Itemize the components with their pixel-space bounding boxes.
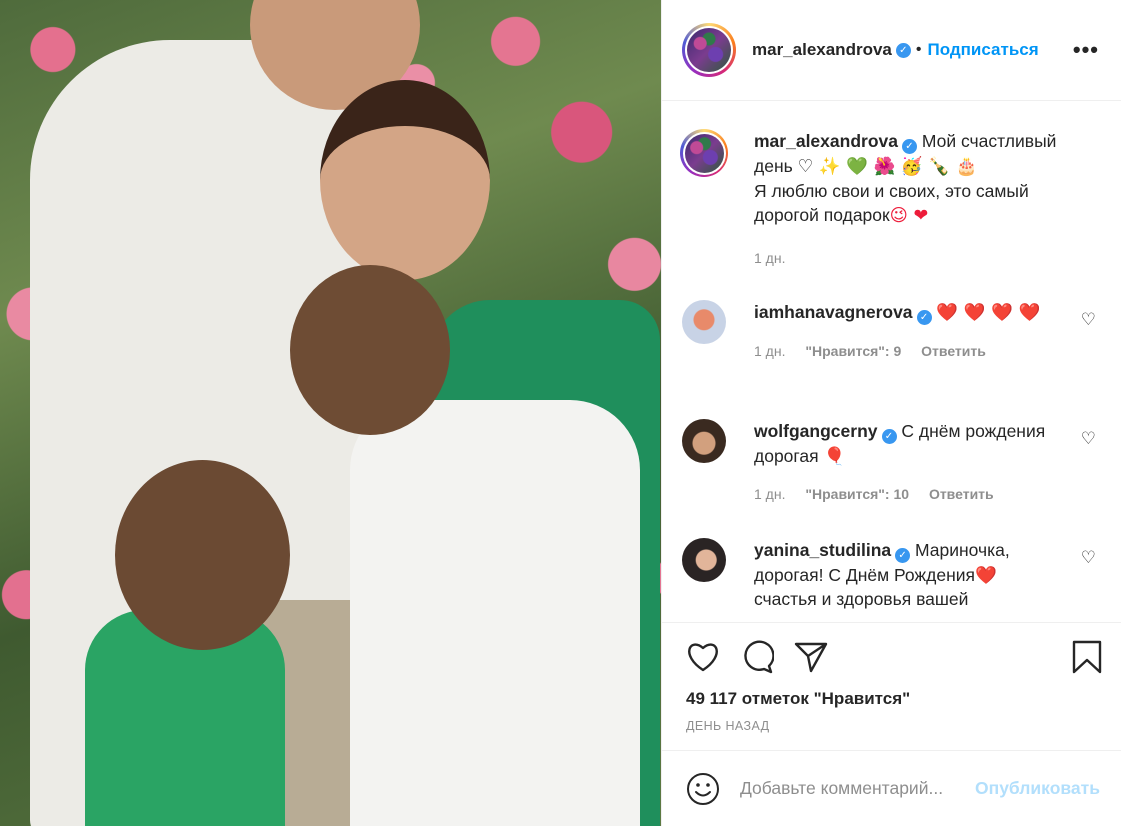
commenter-avatar[interactable]	[682, 419, 726, 463]
comment-username[interactable]: yanina_studilina	[754, 540, 891, 560]
commenter-avatar[interactable]	[682, 538, 726, 582]
comment-body: wolfgangcerny ✓ С днём рождения дорогая 🎈…	[754, 419, 1054, 506]
smile-icon[interactable]	[686, 772, 720, 806]
comments-list[interactable]: mar_alexandrova ✓ Мой счастливый день ♡ ✨…	[662, 101, 1121, 622]
publish-button[interactable]: Опубликовать	[975, 778, 1100, 799]
bookmark-icon[interactable]	[1072, 640, 1102, 674]
comment-input[interactable]: Добавьте комментарий...	[740, 778, 943, 799]
author-username[interactable]: mar_alexandrova	[752, 40, 892, 60]
heart-icon[interactable]	[686, 641, 720, 673]
commenter-avatar[interactable]	[682, 300, 726, 344]
verified-badge-icon: ✓	[916, 310, 932, 325]
photo-figure-boy-head	[290, 265, 450, 435]
reply-button[interactable]: Ответить	[929, 486, 994, 502]
comment-username[interactable]: wolfgangcerny	[754, 421, 878, 441]
comment-text: ❤️ ❤️ ❤️ ❤️	[936, 303, 1041, 323]
add-comment-bar: Добавьте комментарий... Опубликовать	[662, 750, 1121, 826]
verified-badge-icon: ✓	[895, 548, 911, 563]
comment-item: iamhanavagnerova ✓ ❤️ ❤️ ❤️ ❤️ 1 дн. "Нра…	[682, 300, 1102, 363]
comment-likes[interactable]: "Нравится": 10	[805, 486, 909, 502]
comment-time[interactable]: 1 дн.	[754, 486, 785, 502]
action-bar: 49 117 отметок "Нравится" ДЕНЬ НАЗАД	[662, 622, 1121, 750]
comment-like-heart-icon[interactable]: ♡	[1081, 548, 1096, 568]
post-photo[interactable]	[0, 0, 661, 826]
reply-button[interactable]: Ответить	[921, 343, 986, 359]
comment-body: iamhanavagnerova ✓ ❤️ ❤️ ❤️ ❤️ 1 дн. "Нра…	[754, 300, 1054, 363]
post-time[interactable]: ДЕНЬ НАЗАД	[686, 719, 1102, 733]
comment-username[interactable]: iamhanavagnerova	[754, 302, 913, 322]
author-avatar-image	[687, 28, 731, 72]
post-sidebar: mar_alexandrova ✓ • Подписаться ••• mar_…	[661, 0, 1121, 826]
follow-button[interactable]: Подписаться	[927, 40, 1038, 60]
caption-avatar-image	[684, 133, 724, 173]
photo-figure-boy	[350, 400, 640, 826]
photo-figure-girl-head	[115, 460, 290, 650]
caption-avatar[interactable]	[680, 129, 728, 177]
caption-emojis: ♡ ✨ 💚 🌺 🥳 🍾 🎂	[797, 157, 978, 177]
caption-time[interactable]: 1 дн.	[754, 250, 785, 266]
likes-count[interactable]: 49 117 отметок "Нравится"	[686, 689, 1102, 709]
comment-item: yanina_studilina ✓ Мариночка, дорогая! С …	[682, 538, 1102, 611]
share-icon[interactable]	[794, 641, 828, 673]
photo-figure-woman-head	[320, 80, 490, 280]
post-header: mar_alexandrova ✓ • Подписаться •••	[662, 0, 1121, 101]
caption: mar_alexandrova ✓ Мой счастливый день ♡ ✨…	[680, 129, 1102, 270]
caption-emojis-2: 😉 ❤	[889, 206, 929, 226]
comment-icon[interactable]	[740, 640, 774, 674]
comment-like-heart-icon[interactable]: ♡	[1081, 310, 1096, 330]
comment-time[interactable]: 1 дн.	[754, 343, 785, 359]
author-avatar[interactable]	[682, 23, 736, 77]
comment-likes[interactable]: "Нравится": 9	[805, 343, 901, 359]
comment-like-heart-icon[interactable]: ♡	[1081, 429, 1096, 449]
comment-item: wolfgangcerny ✓ С днём рождения дорогая 🎈…	[682, 419, 1102, 506]
caption-body: mar_alexandrova ✓ Мой счастливый день ♡ ✨…	[754, 129, 1084, 270]
verified-badge-icon: ✓	[881, 429, 897, 444]
verified-badge-icon: ✓	[901, 139, 917, 154]
caption-username[interactable]: mar_alexandrova	[754, 131, 898, 151]
separator-dot: •	[915, 41, 922, 58]
comment-body: yanina_studilina ✓ Мариночка, дорогая! С …	[754, 538, 1054, 611]
more-options-icon[interactable]: •••	[1073, 37, 1099, 63]
verified-badge-icon: ✓	[895, 42, 911, 58]
